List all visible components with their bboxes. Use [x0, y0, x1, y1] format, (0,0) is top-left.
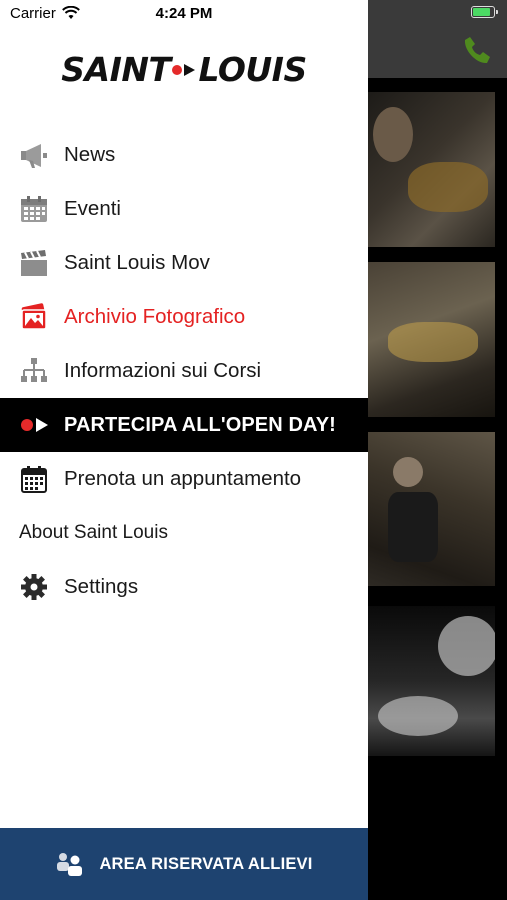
logo-play-icon [172, 61, 196, 79]
menu-label: Settings [64, 575, 139, 598]
battery-icon [471, 6, 498, 18]
menu-item-informazioni-corsi[interactable]: Informazioni sui Corsi [0, 344, 368, 398]
menu-label: PARTECIPA ALL'OPEN DAY! [64, 413, 336, 436]
clapperboard-icon [19, 248, 49, 278]
menu-item-settings[interactable]: Settings [0, 560, 368, 614]
area-riservata-label: AREA RISERVATA ALLIEVI [99, 854, 313, 873]
menu-label: News [64, 143, 116, 166]
photo-thumbnail[interactable] [368, 432, 495, 586]
megaphone-icon [19, 140, 49, 170]
users-icon [57, 853, 83, 876]
clock: 4:24 PM [155, 5, 213, 22]
calendar-icon [19, 194, 49, 224]
logo-text-right: LOUIS [198, 50, 307, 89]
area-riservata-button[interactable]: AREA RISERVATA ALLIEVI [0, 828, 368, 900]
menu-label: Informazioni sui Corsi [64, 359, 262, 382]
record-play-icon [19, 410, 49, 440]
menu-item-archivio-fotografico[interactable]: Archivio Fotografico [0, 290, 368, 344]
menu-item-prenota-appuntamento[interactable]: Prenota un appuntamento [0, 452, 368, 506]
calendar-grid-icon [19, 464, 49, 494]
drawer-menu: News Eventi Saint Louis Mov Archivio Fot… [0, 128, 368, 614]
menu-item-eventi[interactable]: Eventi [0, 182, 368, 236]
photo-thumbnail[interactable] [368, 262, 495, 417]
photo-thumbnail[interactable] [368, 606, 495, 756]
side-drawer: SAINT LOUIS News Eventi Saint Louis Mov … [0, 0, 368, 900]
status-bar: Carrier 4:24 PM [0, 0, 507, 28]
photo-gallery-icon [19, 302, 49, 332]
menu-item-about[interactable]: About Saint Louis [0, 506, 368, 560]
background-content [368, 0, 507, 900]
saint-louis-logo: SAINT LOUIS [0, 50, 368, 89]
menu-item-saint-louis-mov[interactable]: Saint Louis Mov [0, 236, 368, 290]
photo-thumbnail[interactable] [368, 92, 495, 247]
sitemap-icon [19, 356, 49, 386]
menu-label: Prenota un appuntamento [64, 467, 302, 490]
menu-label: Eventi [64, 197, 121, 220]
phone-icon[interactable] [461, 34, 493, 66]
menu-item-open-day[interactable]: PARTECIPA ALL'OPEN DAY! [0, 398, 368, 452]
logo-text-left: SAINT [61, 50, 171, 89]
menu-item-news[interactable]: News [0, 128, 368, 182]
menu-label: About Saint Louis [19, 522, 168, 543]
menu-label: Archivio Fotografico [64, 305, 246, 328]
menu-label: Saint Louis Mov [64, 251, 210, 274]
gear-icon [19, 572, 49, 602]
